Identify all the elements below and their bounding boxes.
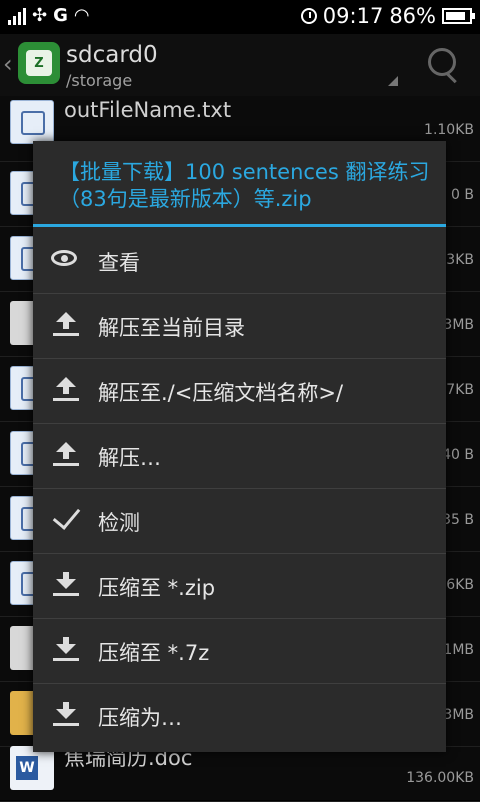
back-arrow-icon[interactable]: ‹	[3, 50, 13, 78]
menu-item-label: 解压…	[98, 446, 161, 470]
clock: 09:17	[322, 4, 384, 28]
menu-item-extract-here[interactable]: 解压至当前目录	[33, 294, 446, 359]
app-header: ‹ Z sdcard0 /storage	[0, 34, 480, 96]
file-size: 1MB	[443, 642, 474, 658]
eye-icon	[49, 243, 83, 277]
compress-icon	[49, 633, 83, 667]
file-size: 40 B	[442, 447, 474, 463]
file-size: 1.10KB	[424, 122, 474, 138]
file-size: 3MB	[443, 707, 474, 723]
menu-item-label: 检测	[98, 511, 140, 535]
menu-item-test[interactable]: 检测	[33, 489, 446, 554]
word-file-icon: W	[10, 746, 54, 790]
status-bar: ✣ G ◠ 09:17 86%	[0, 0, 480, 34]
extract-icon	[49, 373, 83, 407]
battery-icon	[442, 8, 475, 24]
extract-icon	[49, 308, 83, 342]
check-icon	[49, 501, 83, 537]
file-size: 136.00KB	[406, 770, 474, 786]
location-path[interactable]: /storage	[66, 71, 132, 90]
menu-item-view[interactable]: 查看	[33, 229, 446, 294]
file-size: 6KB	[446, 577, 474, 593]
signal-icon	[8, 7, 26, 25]
word-logo-icon: W	[16, 756, 38, 780]
file-size: 0 B	[451, 187, 474, 203]
menu-item-label: 解压至./<压缩文档名称>/	[98, 381, 344, 405]
file-size: 35 B	[442, 512, 474, 528]
cross-icon: ✣	[32, 5, 48, 26]
app-logo[interactable]: Z	[18, 42, 60, 84]
menu-item-label: 查看	[98, 251, 140, 275]
location-title[interactable]: sdcard0	[66, 42, 158, 68]
menu-item-compress-zip[interactable]: 压缩至 *.zip	[33, 554, 446, 619]
battery-percent: 86%	[389, 4, 436, 28]
compress-icon	[49, 568, 83, 602]
archive-action-dialog: 【批量下载】100 sentences 翻译练习（83句是最新版本）等.zip …	[33, 141, 446, 752]
menu-item-compress-7z[interactable]: 压缩至 *.7z	[33, 619, 446, 684]
dropdown-indicator-icon[interactable]	[388, 76, 398, 86]
menu-item-label: 压缩至 *.zip	[98, 576, 216, 600]
search-icon[interactable]	[428, 48, 456, 76]
compress-icon	[49, 698, 83, 732]
file-size: 3KB	[446, 252, 474, 268]
file-icon	[10, 100, 54, 144]
menu-item-extract-to-folder[interactable]: 解压至./<压缩文档名称>/	[33, 359, 446, 424]
menu-item-compress-as[interactable]: 压缩为…	[33, 684, 446, 748]
dialog-divider	[33, 224, 446, 227]
file-size: 3MB	[443, 317, 474, 333]
menu-item-label: 压缩至 *.7z	[98, 641, 210, 665]
alarm-icon	[300, 8, 317, 24]
dialog-title: 【批量下载】100 sentences 翻译练习（83句是最新版本）等.zip	[59, 160, 430, 211]
extract-icon	[49, 438, 83, 472]
menu-item-extract[interactable]: 解压…	[33, 424, 446, 489]
network-type: G	[53, 5, 68, 26]
menu-item-label: 解压至当前目录	[98, 316, 245, 340]
menu-item-label: 压缩为…	[98, 706, 182, 730]
file-name: outFileName.txt	[64, 98, 232, 122]
wifi-icon: ◠	[73, 5, 90, 26]
zarchiver-logo-icon: Z	[26, 50, 52, 76]
file-size: 7KB	[446, 382, 474, 398]
